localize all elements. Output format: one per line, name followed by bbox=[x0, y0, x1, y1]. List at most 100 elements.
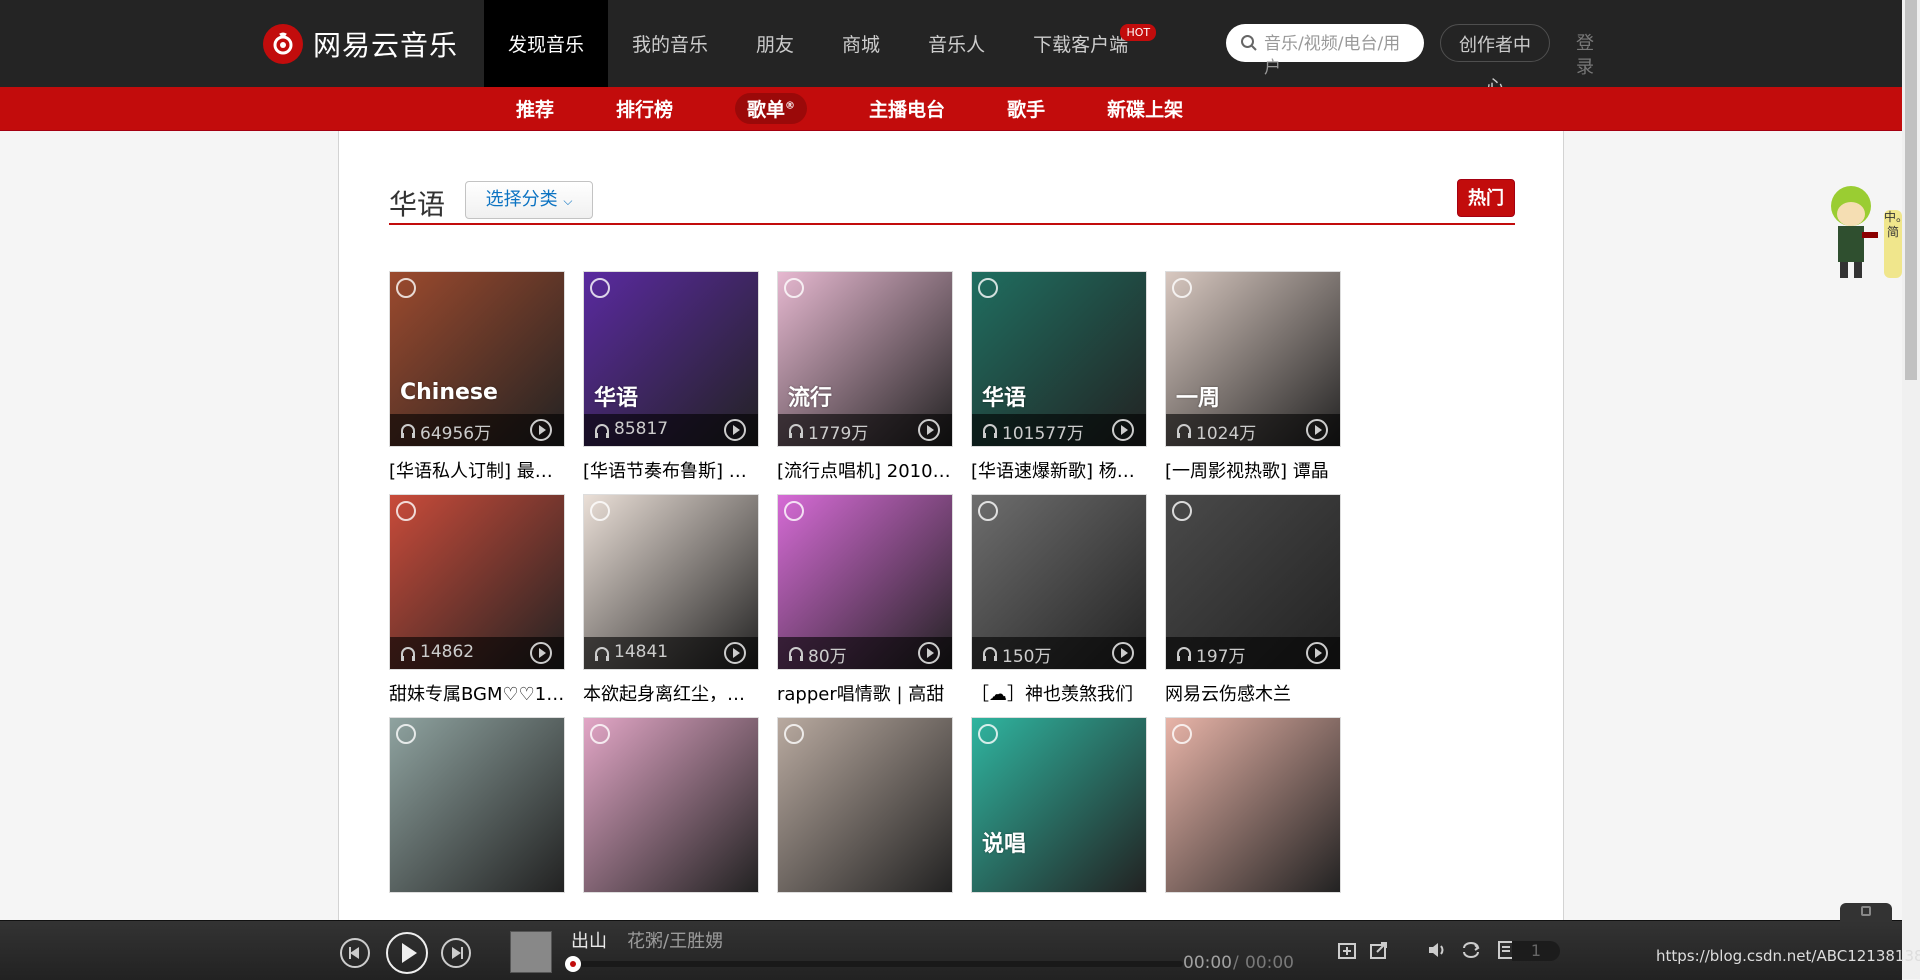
previous-button[interactable] bbox=[340, 938, 370, 968]
play-count: 80万 bbox=[808, 647, 847, 667]
play-icon[interactable] bbox=[530, 642, 552, 664]
subnav-item-3[interactable]: 主播电台 bbox=[869, 87, 945, 130]
playlist-cover[interactable]: 说唱 bbox=[971, 717, 1147, 893]
playlist-cover[interactable] bbox=[583, 717, 759, 893]
playlist-card[interactable] bbox=[583, 717, 759, 893]
playlist-title[interactable]: 甜妹专属BGM♡♡100首 bbox=[389, 680, 565, 706]
nav-item-4[interactable]: 音乐人 bbox=[904, 0, 1009, 87]
nav-item-2[interactable]: 朋友 bbox=[732, 0, 818, 87]
search-icon bbox=[1241, 35, 1257, 51]
share-icon[interactable] bbox=[1368, 939, 1390, 961]
playlist-card[interactable] bbox=[389, 717, 565, 893]
playlist-count[interactable]: 1 bbox=[1512, 941, 1560, 961]
play-icon[interactable] bbox=[724, 642, 746, 664]
loop-mode-icon[interactable] bbox=[1460, 939, 1482, 961]
subnav-item-5[interactable]: 新碟上架 bbox=[1107, 87, 1183, 130]
netease-watermark-icon bbox=[590, 501, 610, 521]
nav-item-label: 商城 bbox=[842, 34, 881, 56]
playlist-cover[interactable]: 华语 85817 bbox=[583, 271, 759, 447]
playlist-cover[interactable]: 197万 bbox=[1165, 494, 1341, 670]
playlist-cover[interactable] bbox=[389, 717, 565, 893]
play-icon[interactable] bbox=[1306, 642, 1328, 664]
play-icon[interactable] bbox=[530, 419, 552, 441]
play-icon[interactable] bbox=[918, 642, 940, 664]
playlist-title[interactable]: 网易云伤感木兰 bbox=[1165, 680, 1341, 706]
creator-center-button[interactable]: 创作者中心 bbox=[1440, 24, 1550, 98]
play-count: 64956万 bbox=[420, 424, 492, 444]
login-link[interactable]: 登录 bbox=[1576, 32, 1598, 80]
nav-item-0[interactable]: 发现音乐 bbox=[484, 0, 609, 87]
search-box[interactable]: 音乐/视频/电台/用户 bbox=[1226, 24, 1424, 78]
scrollbar-thumb[interactable] bbox=[1905, 0, 1917, 380]
playlist-card[interactable] bbox=[1165, 717, 1341, 893]
add-to-playlist-icon[interactable] bbox=[1336, 939, 1358, 961]
playlist-cover[interactable]: 80万 bbox=[777, 494, 953, 670]
progress-bar[interactable] bbox=[565, 956, 1183, 972]
nav-item-label: 发现音乐 bbox=[508, 34, 585, 56]
playlist-title[interactable]: 本欲起身离红尘，奈何影 bbox=[583, 680, 759, 706]
playlist-cover[interactable]: 华语 101577万 bbox=[971, 271, 1147, 447]
subnav-pill: 歌单® bbox=[735, 93, 808, 124]
playlist-cover[interactable]: 14841 bbox=[583, 494, 759, 670]
song-name[interactable]: 出山 bbox=[571, 927, 607, 953]
play-button[interactable] bbox=[386, 932, 428, 974]
playlist-card[interactable]: 80万rapper唱情歌 | 高甜by 男孩JD bbox=[777, 494, 953, 740]
playlist-card[interactable]: 华语101577万[华语速爆新歌] 杨和苏by 网易云音乐 v bbox=[971, 271, 1147, 517]
subnav-item-2[interactable]: 歌单® bbox=[735, 87, 808, 130]
next-button[interactable] bbox=[441, 938, 471, 968]
nav-item-label: 下载客户端 bbox=[1033, 34, 1129, 56]
playlist-card[interactable]: 说唱 bbox=[971, 717, 1147, 893]
playlist-cover[interactable] bbox=[777, 717, 953, 893]
volume-icon[interactable] bbox=[1426, 939, 1448, 961]
playlist-title[interactable]: ［☁］神也羡煞我们 bbox=[971, 680, 1147, 706]
playlist-title[interactable]: [华语速爆新歌] 杨和苏 bbox=[971, 457, 1147, 483]
main-nav: 发现音乐 我的音乐 朋友 商城 音乐人 下载客户端 HOT bbox=[484, 0, 1157, 87]
playlist-cover[interactable]: 14862 bbox=[389, 494, 565, 670]
play-count: 101577万 bbox=[1002, 424, 1084, 444]
playlist-title[interactable]: [华语私人订制] 最新华语 bbox=[389, 457, 565, 483]
mascot-figure[interactable] bbox=[1818, 182, 1884, 282]
play-icon[interactable] bbox=[1112, 419, 1134, 441]
playlist-title[interactable]: rapper唱情歌 | 高甜 bbox=[777, 680, 953, 706]
mascot-label[interactable]: 中。简 bbox=[1884, 210, 1908, 278]
headphone-icon bbox=[983, 424, 997, 438]
playlist-card[interactable]: 150万［☁］神也羡煞我们by 关于继凤 bbox=[971, 494, 1147, 740]
subnav-item-0[interactable]: 推荐 bbox=[516, 87, 554, 130]
playlist-cover[interactable] bbox=[1165, 717, 1341, 893]
nav-item-1[interactable]: 我的音乐 bbox=[608, 0, 732, 87]
search-input[interactable]: 音乐/视频/电台/用户 bbox=[1264, 32, 1412, 80]
progress-handle[interactable] bbox=[565, 956, 581, 972]
playlist-cover[interactable]: 流行 1779万 bbox=[777, 271, 953, 447]
playlist-card[interactable]: 14862甜妹专属BGM♡♡100首by 请叫我逗比的小可爱 bbox=[389, 494, 565, 740]
playlist-card[interactable]: 14841本欲起身离红尘，奈何影by 酷洛米大人的小可爱 bbox=[583, 494, 759, 740]
song-thumbnail[interactable] bbox=[510, 931, 552, 973]
nav-item-3[interactable]: 商城 bbox=[818, 0, 904, 87]
page-scrollbar[interactable] bbox=[1902, 0, 1920, 979]
cover-tag: Chinese bbox=[400, 380, 498, 405]
hot-sort-button[interactable]: 热门 bbox=[1457, 179, 1515, 217]
play-icon[interactable] bbox=[1306, 419, 1328, 441]
select-category-button[interactable]: 选择分类 ⌵ bbox=[465, 181, 593, 219]
player-lock-tab[interactable] bbox=[1840, 903, 1892, 921]
subnav-item-4[interactable]: 歌手 bbox=[1007, 87, 1045, 130]
select-category-label: 选择分类 bbox=[485, 189, 558, 210]
headphone-icon bbox=[595, 647, 609, 661]
playlist-title[interactable]: [一周影视热歌] 谭晶 bbox=[1165, 457, 1341, 483]
netease-music-logo[interactable]: 网易云音乐 bbox=[263, 22, 458, 66]
playlist-card[interactable]: 197万网易云伤感木兰by 纵恋 bbox=[1165, 494, 1341, 740]
subnav-item-1[interactable]: 排行榜 bbox=[616, 87, 673, 130]
headphone-icon bbox=[983, 647, 997, 661]
playlist-title[interactable]: [流行点唱机] 2010年代 bbox=[777, 457, 953, 483]
play-icon[interactable] bbox=[724, 419, 746, 441]
playlist-cover[interactable]: Chinese 64956万 bbox=[389, 271, 565, 447]
playlist-card[interactable] bbox=[777, 717, 953, 893]
playlist-title[interactable]: [华语节奏布鲁斯] 华语R&B bbox=[583, 457, 759, 483]
section-header: 华语 选择分类 ⌵ 热门 bbox=[389, 179, 1515, 225]
song-artist[interactable]: 花粥/王胜娚 bbox=[627, 927, 723, 953]
playlist-cover[interactable]: 一周 1024万 bbox=[1165, 271, 1341, 447]
playlist-cover[interactable]: 150万 bbox=[971, 494, 1147, 670]
cover-bottom-bar: 150万 bbox=[972, 637, 1146, 669]
play-icon[interactable] bbox=[918, 419, 940, 441]
nav-item-5[interactable]: 下载客户端 HOT bbox=[1009, 0, 1157, 87]
play-icon[interactable] bbox=[1112, 642, 1134, 664]
